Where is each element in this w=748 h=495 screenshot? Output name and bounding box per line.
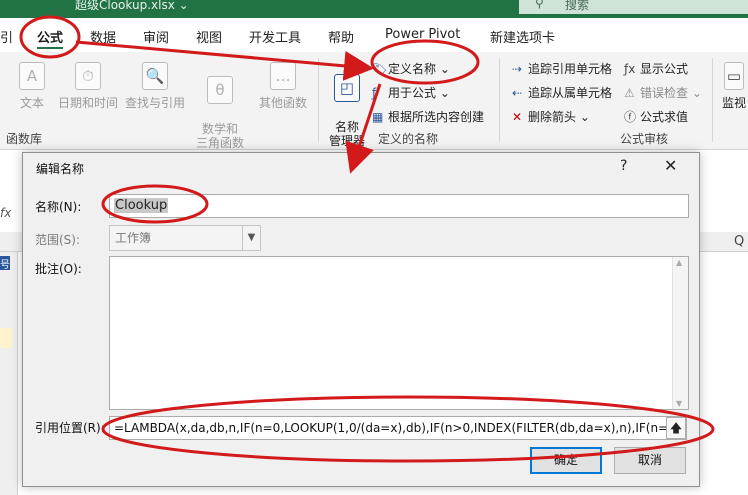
group-label-formula-auditing: 公式审核 bbox=[620, 132, 669, 146]
dialog-title: 编辑名称 bbox=[36, 162, 85, 176]
file-name: 超级Clookup.xlsx ⌄ bbox=[75, 0, 189, 12]
tab-new-tab[interactable]: 新建选项卡 bbox=[490, 27, 555, 46]
trace-precedents-icon: ⇢ bbox=[512, 62, 523, 76]
remove-arrows-button[interactable]: ✕ 删除箭头 ⌄ bbox=[512, 108, 590, 125]
scope-value: 工作簿 bbox=[115, 231, 152, 245]
trace-precedents-button[interactable]: ⇢ 追踪引用单元格 bbox=[512, 60, 612, 77]
title-bar: 超级Clookup.xlsx ⌄ ⚲ 搜索 bbox=[0, 0, 748, 18]
chevron-down-icon: ▼ bbox=[242, 226, 260, 250]
tab-help[interactable]: 帮助 bbox=[328, 27, 354, 46]
show-formulas-button[interactable]: ƒx 显示公式 bbox=[624, 60, 688, 77]
lookup-reference-functions-button[interactable]: 🔍 查找与引用 bbox=[122, 62, 188, 111]
row-header-column bbox=[0, 252, 18, 495]
show-formulas-icon: ƒx bbox=[624, 62, 636, 76]
more-functions-button[interactable]: … 其他函数 bbox=[254, 62, 312, 111]
row-header-label[interactable]: 号 bbox=[0, 256, 10, 271]
use-in-formula-button[interactable]: ƒ 用于公式 ⌄ bbox=[372, 84, 450, 101]
search-icon: ⚲ bbox=[535, 0, 544, 10]
group-label-defined-names: 定义的名称 bbox=[378, 132, 439, 146]
comment-scrollbar[interactable]: ▲ ▼ bbox=[672, 257, 688, 409]
more-functions-icon: … bbox=[270, 62, 296, 90]
cancel-button[interactable]: 取消 bbox=[614, 447, 686, 474]
evaluate-formula-button[interactable]: ⓕ 公式求值 bbox=[624, 108, 688, 125]
clock-icon: ⏱ bbox=[75, 62, 101, 90]
refers-to-label: 引用位置(R): bbox=[35, 421, 105, 435]
search-placeholder: 搜索 bbox=[565, 0, 590, 12]
tab-data[interactable]: 数据 bbox=[90, 27, 116, 46]
edit-name-dialog: 编辑名称 ? ✕ 名称(N): Clookup 范围(S): 工作簿 ▼ 批注(… bbox=[22, 152, 700, 487]
search-box[interactable]: ⚲ 搜索 bbox=[519, 0, 748, 14]
ribbon: A 文本 ⏱ 日期和时间 🔍 查找与引用 θ 数学和 三角函数 … 其他函数 函… bbox=[0, 52, 748, 150]
trace-dependents-button[interactable]: ⇠ 追踪从属单元格 bbox=[512, 84, 612, 101]
math-trig-functions-button[interactable]: θ 数学和 三角函数 bbox=[188, 62, 252, 150]
name-label: 名称(N): bbox=[35, 200, 82, 214]
watch-window-icon: ▭ bbox=[724, 62, 744, 90]
highlighted-cell bbox=[0, 328, 12, 348]
comment-label: 批注(O): bbox=[35, 262, 82, 276]
scroll-up-icon: ▲ bbox=[676, 258, 683, 267]
refers-to-field[interactable]: =LAMBDA(x,da,db,n,IF(n=0,LOOKUP(1,0/(da=… bbox=[109, 416, 687, 440]
use-in-formula-icon: ƒ bbox=[372, 86, 377, 100]
collapse-dialog-icon[interactable]: 🡅 bbox=[666, 417, 686, 439]
ok-button[interactable]: 确定 bbox=[530, 447, 602, 474]
fx-icon[interactable]: fx bbox=[0, 206, 11, 220]
theta-icon: θ bbox=[207, 76, 233, 104]
watch-window-button[interactable]: ▭ 监视 bbox=[720, 62, 748, 111]
evaluate-formula-icon: ⓕ bbox=[624, 110, 637, 124]
ribbon-separator bbox=[318, 58, 319, 142]
tab-power-pivot[interactable]: Power Pivot bbox=[385, 27, 460, 42]
group-label-function-library: 函数库 bbox=[6, 132, 43, 146]
tab-view[interactable]: 视图 bbox=[196, 27, 222, 46]
tab-cut[interactable]: 引 bbox=[0, 27, 13, 46]
close-icon[interactable]: ✕ bbox=[664, 156, 677, 175]
trace-dependents-icon: ⇠ bbox=[512, 86, 523, 100]
name-manager-icon: ◰ bbox=[334, 74, 360, 102]
ribbon-separator bbox=[499, 58, 500, 142]
error-checking-icon: ⚠ bbox=[624, 86, 635, 100]
text-icon: A bbox=[19, 62, 45, 90]
tab-review[interactable]: 审阅 bbox=[143, 27, 169, 46]
tab-formulas[interactable]: 公式 bbox=[37, 27, 63, 46]
name-manager-button[interactable]: ◰ 名称 管理器 bbox=[324, 60, 370, 148]
active-tab-indicator bbox=[37, 47, 63, 49]
create-from-selection-icon: ▦ bbox=[372, 110, 384, 124]
comment-textarea[interactable]: ▲ ▼ bbox=[109, 256, 689, 410]
ribbon-separator bbox=[712, 58, 713, 142]
error-checking-button[interactable]: ⚠ 错误检查 ⌄ bbox=[624, 84, 702, 101]
remove-arrows-icon: ✕ bbox=[512, 110, 523, 124]
name-field[interactable]: Clookup bbox=[109, 194, 689, 218]
date-time-functions-button[interactable]: ⏱ 日期和时间 bbox=[55, 62, 121, 111]
lookup-icon: 🔍 bbox=[142, 62, 168, 90]
tab-developer[interactable]: 开发工具 bbox=[249, 27, 301, 46]
text-functions-button[interactable]: A 文本 bbox=[14, 62, 50, 111]
scope-label: 范围(S): bbox=[35, 233, 81, 247]
ribbon-tabs: 引 公式 数据 审阅 视图 开发工具 帮助 Power Pivot 新建选项卡 bbox=[0, 18, 748, 52]
create-from-selection-button[interactable]: ▦ 根据所选内容创建 bbox=[372, 108, 484, 125]
tag-icon: 🏷 bbox=[372, 62, 388, 76]
scope-select[interactable]: 工作簿 ▼ bbox=[109, 225, 261, 251]
name-value: Clookup bbox=[114, 198, 169, 213]
help-icon[interactable]: ? bbox=[620, 158, 627, 174]
scroll-down-icon: ▼ bbox=[676, 399, 683, 408]
define-name-button[interactable]: 🏷定义名称 ⌄ bbox=[372, 60, 450, 77]
filename-dropdown-icon[interactable]: ⌄ bbox=[179, 0, 189, 12]
column-header-q[interactable]: Q bbox=[734, 234, 744, 249]
